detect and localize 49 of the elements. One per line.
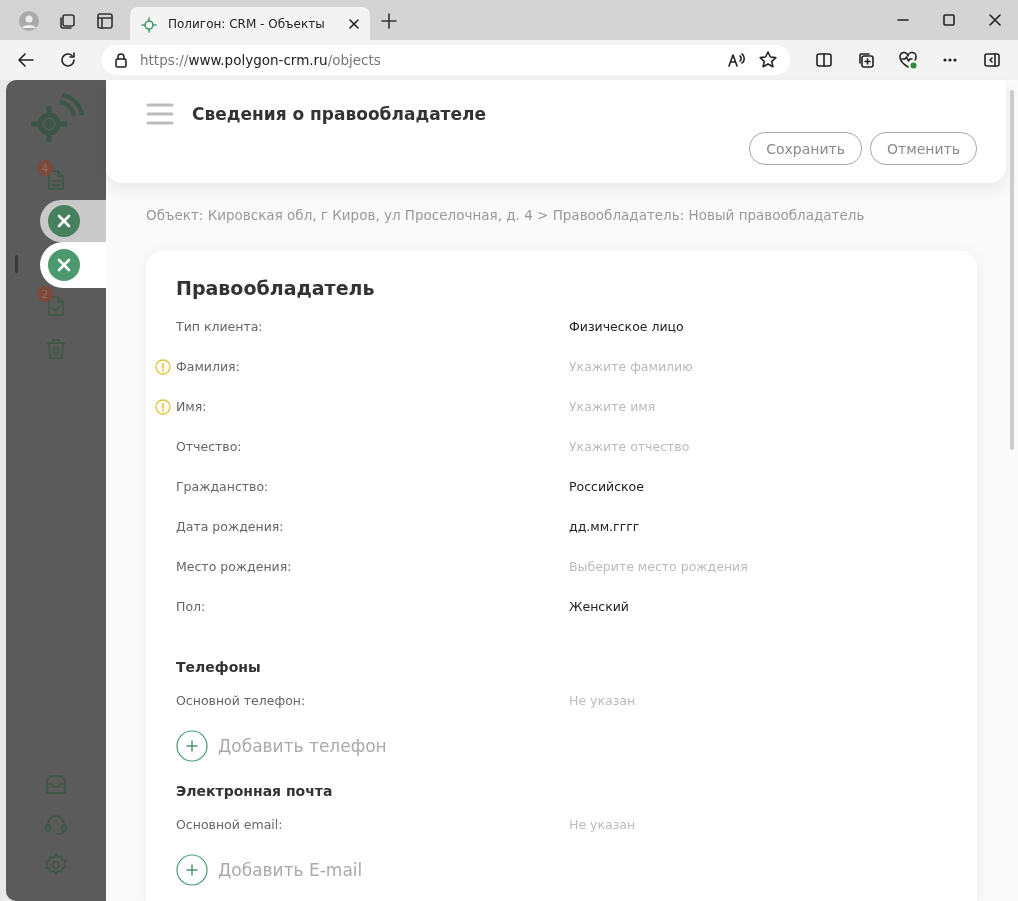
sidebar-toggle-icon[interactable] — [983, 51, 1001, 69]
breadcrumb: Объект: Кировская обл, г Киров, ул Проселочная, д. 4 > Правообладатель: Новый правообладатель — [146, 207, 866, 223]
input-field[interactable]: Укажите отчество — [569, 439, 869, 454]
field-value[interactable]: Российское — [569, 479, 869, 494]
browser-tab[interactable]: Полигон: CRM - Объекты — [130, 7, 370, 40]
section-title: Электронная почта — [176, 783, 334, 799]
field-label: Имя: — [176, 399, 207, 414]
notification-tab[interactable] — [40, 242, 106, 288]
site-logo-icon — [140, 14, 158, 33]
url-text: https://www.polygon-crm.ru/objects — [140, 52, 382, 68]
tab-actions-icon[interactable] — [96, 12, 114, 30]
field-label: Основной email: — [176, 817, 283, 832]
heart-pulse-icon[interactable] — [898, 50, 918, 70]
field-label: Основной телефон: — [176, 693, 306, 708]
collections-icon[interactable] — [857, 51, 875, 69]
field-label: Отчество: — [176, 439, 242, 454]
page-title: Сведения о правообладателе — [192, 104, 486, 124]
section-title: Телефоны — [176, 659, 262, 675]
card-title: Правообладатель — [176, 277, 376, 299]
input-field[interactable]: Не указан — [569, 693, 869, 708]
split-screen-icon[interactable] — [815, 51, 833, 69]
input-field[interactable]: Укажите фамилию — [569, 359, 869, 374]
field-value[interactable]: дд.мм.гггг — [569, 519, 869, 534]
field-label: Дата рождения: — [176, 519, 284, 534]
address-bar[interactable]: https://www.polygon-crm.ru/objects — [102, 45, 790, 75]
plus-circle-icon — [176, 730, 208, 762]
back-icon[interactable] — [16, 50, 36, 70]
refresh-icon[interactable] — [58, 50, 78, 70]
workspaces-icon[interactable] — [58, 12, 76, 30]
lock-icon — [114, 52, 128, 68]
read-aloud-icon[interactable] — [726, 51, 746, 69]
plus-circle-icon — [176, 854, 208, 886]
action-button[interactable]: Сохранить — [749, 132, 862, 165]
input-field[interactable]: Не указан — [569, 817, 869, 832]
field-value[interactable]: Женский — [569, 599, 869, 614]
notification-tab[interactable] — [40, 200, 106, 242]
close-icon[interactable] — [348, 17, 360, 30]
new-tab-icon[interactable] — [380, 12, 398, 30]
field-label: Тип клиента: — [176, 319, 263, 334]
scrollbar-thumb[interactable] — [1010, 90, 1014, 450]
tab-title: Полигон: CRM - Объекты — [168, 16, 326, 31]
field-label: Пол: — [176, 599, 206, 614]
field-label: Место рождения: — [176, 559, 292, 574]
input-field[interactable]: Выберите место рождения — [569, 559, 869, 574]
field-label: Фамилия: — [176, 359, 240, 374]
field-label: Гражданство: — [176, 479, 269, 494]
star-icon[interactable] — [758, 50, 778, 70]
input-field[interactable]: Укажите имя — [569, 399, 869, 414]
field-value[interactable]: Физическое лицо — [569, 319, 869, 334]
